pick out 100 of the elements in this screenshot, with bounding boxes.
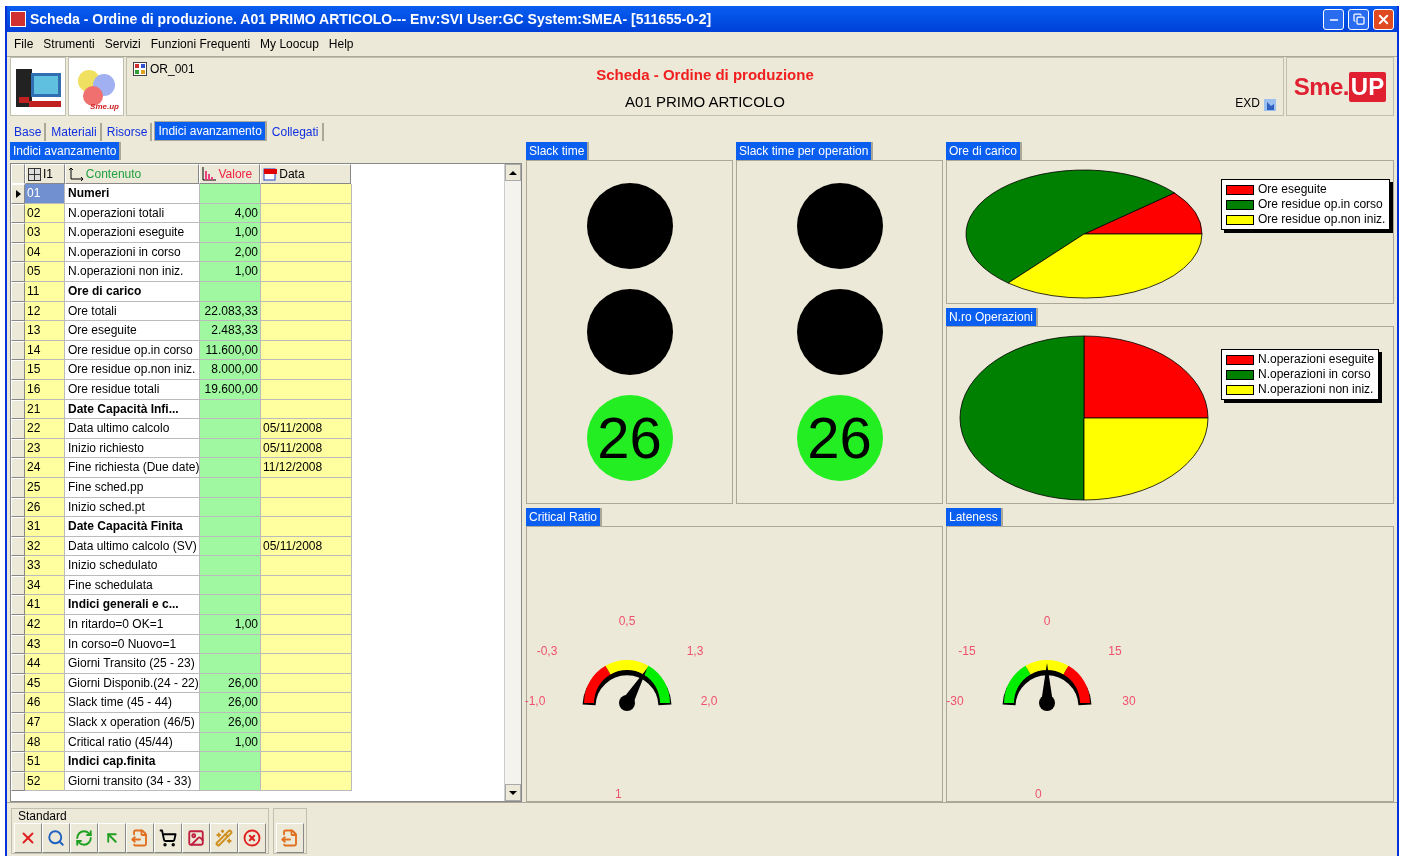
- table-cell: 11.600,00: [200, 340, 261, 361]
- menu-item[interactable]: My Loocup: [256, 35, 323, 53]
- table-cell: Slack x operation (46/5): [65, 713, 200, 733]
- calendar-icon: [263, 167, 278, 181]
- back-button[interactable]: [98, 823, 126, 853]
- panel-title: N.ro Operazioni: [946, 308, 1039, 326]
- scroll-down-icon: [509, 790, 517, 795]
- tab[interactable]: Collegati: [268, 123, 324, 141]
- restore-button[interactable]: [1348, 8, 1369, 30]
- table-cell: 42: [25, 615, 65, 635]
- close-button[interactable]: [1373, 8, 1394, 30]
- table-cell: N.operazioni totali: [65, 203, 200, 224]
- table-cell: 31: [25, 517, 65, 537]
- table-cell: Inizio schedulato: [65, 556, 200, 576]
- menu-item[interactable]: Help: [324, 35, 358, 53]
- table-cell: Ore eseguite: [65, 321, 200, 341]
- delete-button[interactable]: [14, 823, 42, 853]
- menu-item[interactable]: Strumenti: [39, 35, 99, 53]
- table-cell: 34: [25, 575, 65, 596]
- cancel-button[interactable]: [238, 823, 266, 853]
- table-cell: [200, 438, 261, 459]
- table-cell: 05: [25, 262, 65, 282]
- table-cell: Giorni Disponib.(24 - 22): [65, 673, 200, 694]
- gauge-reading: 1: [615, 788, 622, 800]
- table-cell: 1,00: [200, 223, 261, 243]
- table-cell: [200, 517, 261, 537]
- table-cell: 2.483,33: [200, 321, 261, 341]
- table-cell: 14: [25, 340, 65, 361]
- legend-label: N.operazioni eseguite: [1258, 352, 1375, 367]
- gauge-reading: 0: [1035, 788, 1042, 800]
- table-cell: 26,00: [200, 693, 261, 714]
- table-cell: [200, 634, 261, 655]
- image-button[interactable]: [182, 823, 210, 853]
- restore-icon: [1352, 13, 1365, 25]
- cancel-icon: [243, 829, 261, 847]
- table-cell: [200, 399, 261, 420]
- table-cell: 13: [25, 321, 65, 341]
- menu-item[interactable]: File: [10, 35, 38, 53]
- table-cell: Fine sched.pp: [65, 477, 200, 498]
- row-selector[interactable]: [11, 184, 25, 204]
- search-icon: [47, 829, 65, 847]
- table-cell: Ore totali: [65, 301, 200, 322]
- search-button[interactable]: [42, 823, 70, 853]
- gauge-tick-label: -15: [958, 645, 976, 657]
- panel-title: Lateness: [946, 508, 1003, 526]
- cart-icon: [159, 829, 177, 847]
- table-cell: Numeri: [65, 184, 200, 204]
- tab[interactable]: Indici avanzamento: [154, 121, 267, 141]
- menu-item[interactable]: Servizi: [100, 35, 145, 53]
- menu-item[interactable]: Funzioni Frequenti: [146, 35, 255, 53]
- table-cell: N.operazioni non iniz.: [65, 262, 200, 282]
- table-cell: [200, 752, 261, 772]
- table-cell: 46: [25, 693, 65, 714]
- bar-chart-icon: [202, 167, 217, 181]
- table-cell: 04: [25, 242, 65, 263]
- window-title: Scheda - Ordine di produzione. A01 PRIMO ARTICOLO--- Env:SVI User:GC System:SMEA- [511655-0-2]: [30, 9, 712, 29]
- gauge-tick-label: 2,0: [700, 695, 718, 707]
- table-cell: 8.000,00: [200, 360, 261, 380]
- table-cell: [200, 184, 261, 204]
- table-cell: [200, 458, 261, 478]
- page-subtitle: A01 PRIMO ARTICOLO: [625, 91, 785, 112]
- wand-button[interactable]: [210, 823, 238, 853]
- table-cell: [200, 419, 261, 439]
- table-cell: 25: [25, 477, 65, 498]
- table-cell: 05/11/2008: [261, 438, 352, 459]
- minimize-button[interactable]: [1323, 8, 1344, 30]
- gauge-tick-label: -1,0: [524, 695, 546, 707]
- scrollbar[interactable]: [504, 164, 521, 801]
- document-icon: [131, 829, 149, 847]
- refresh-icon: [75, 829, 93, 847]
- column-header[interactable]: I1: [24, 164, 65, 184]
- table-cell: Fine schedulata: [65, 575, 200, 596]
- table-cell: Ore residue op.in corso: [65, 340, 200, 361]
- table-cell: 12: [25, 301, 65, 322]
- refresh-button[interactable]: [70, 823, 98, 853]
- table-cell: [200, 771, 261, 792]
- wand-icon: [215, 829, 233, 847]
- row-pointer-icon: [15, 189, 21, 198]
- gauge-tick-label: 15: [1108, 645, 1122, 657]
- column-header[interactable]: Data: [260, 164, 351, 184]
- table-cell: [200, 281, 261, 302]
- table-cell: Data ultimo calcolo (SV): [65, 536, 200, 557]
- object-code: OR_001: [150, 62, 195, 76]
- light-value: 26: [597, 409, 662, 467]
- gauge-tick-label: 0,5: [618, 615, 636, 627]
- document-icon: [281, 829, 299, 847]
- table-cell: 52: [25, 771, 65, 792]
- brand-text: Sme.: [1293, 71, 1349, 102]
- table-cell: [200, 556, 261, 576]
- table-cell: [200, 575, 261, 596]
- table-cell: 51: [25, 752, 65, 772]
- table-cell: In ritardo=0 OK=1: [65, 615, 200, 635]
- table-cell: 45: [25, 673, 65, 694]
- table-cell: Ore di carico: [65, 281, 200, 302]
- cart-button[interactable]: [154, 823, 182, 853]
- table-cell: [200, 477, 261, 498]
- table-cell: 26: [25, 497, 65, 518]
- table-cell: 47: [25, 713, 65, 733]
- table-cell: Ore residue totali: [65, 379, 200, 400]
- export-button[interactable]: [276, 823, 304, 853]
